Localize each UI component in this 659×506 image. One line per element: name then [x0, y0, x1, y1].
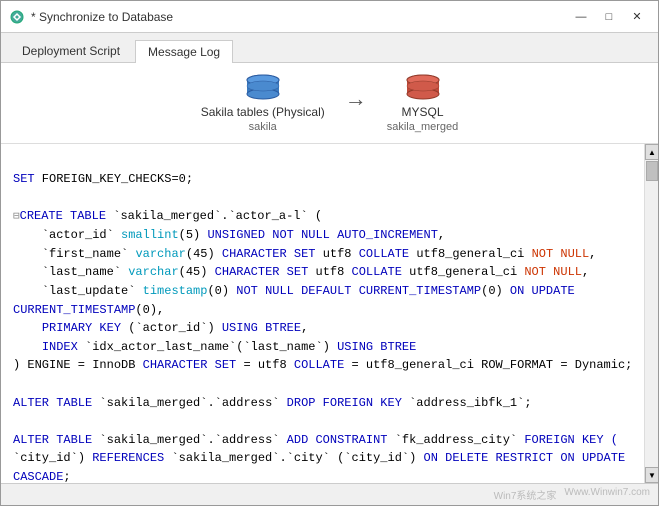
status-bar: Win7系统之家 Www.Winwin7.com: [1, 483, 658, 505]
title-bar: * Synchronize to Database — □ ✕: [1, 1, 658, 33]
source-name: Sakila tables (Physical): [201, 105, 325, 119]
source-sub: sakila: [249, 121, 277, 133]
window-title: * Synchronize to Database: [31, 10, 568, 24]
minimize-button[interactable]: —: [568, 7, 594, 27]
code-block: SET FOREIGN_KEY_CHECKS=0; ⊟CREATE TABLE …: [13, 170, 632, 483]
main-window: * Synchronize to Database — □ ✕ Deployme…: [0, 0, 659, 506]
close-button[interactable]: ✕: [624, 7, 650, 27]
source-dest-bar: Sakila tables (Physical) sakila → MYSQL …: [1, 63, 658, 144]
source-item: Sakila tables (Physical) sakila: [201, 73, 325, 133]
arrow-icon: →: [345, 86, 367, 112]
scrollbar-thumb[interactable]: [646, 161, 658, 181]
window-controls: — □ ✕: [568, 7, 650, 27]
dest-db-icon: [405, 73, 441, 103]
scrollbar[interactable]: ▲ ▼: [644, 144, 658, 483]
scrollbar-up-btn[interactable]: ▲: [645, 144, 658, 160]
scrollbar-down-btn[interactable]: ▼: [645, 467, 658, 483]
source-db-icon: [245, 73, 281, 103]
tabs-bar: Deployment Script Message Log: [1, 33, 658, 63]
tab-deployment-script[interactable]: Deployment Script: [9, 39, 133, 62]
tab-message-log[interactable]: Message Log: [135, 40, 233, 63]
script-content[interactable]: SET FOREIGN_KEY_CHECKS=0; ⊟CREATE TABLE …: [1, 144, 644, 483]
dest-name: MYSQL: [402, 105, 444, 119]
maximize-button[interactable]: □: [596, 7, 622, 27]
watermark-text: Win7系统之家 Www.Winwin7.com: [494, 487, 650, 502]
script-area: SET FOREIGN_KEY_CHECKS=0; ⊟CREATE TABLE …: [1, 144, 658, 483]
dest-item: MYSQL sakila_merged: [387, 73, 459, 133]
dest-sub: sakila_merged: [387, 121, 459, 133]
window-icon: [9, 9, 25, 25]
